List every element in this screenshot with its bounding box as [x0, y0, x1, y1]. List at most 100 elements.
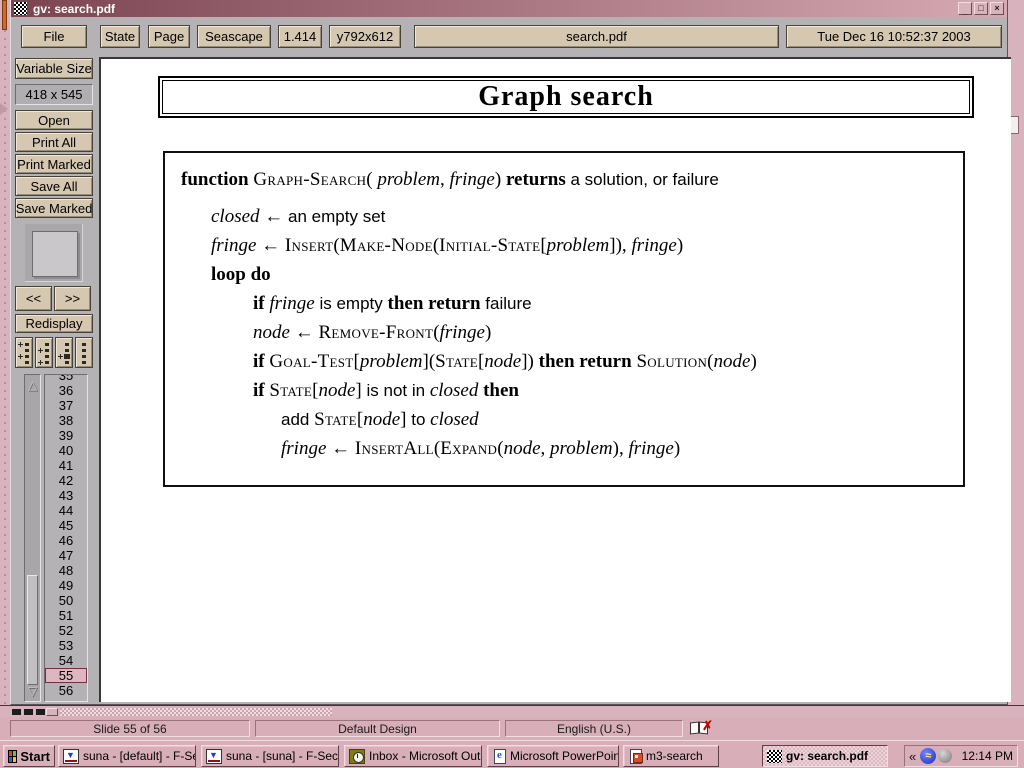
filename-label: search.pdf	[414, 25, 779, 48]
powerpoint-statusbar: Slide 55 of 56 Default Design English (U…	[0, 717, 1024, 740]
ppt-view-button-icon[interactable]	[24, 709, 33, 715]
page-list-item[interactable]: 37	[45, 398, 87, 413]
task-button-outlook-inbox[interactable]: Inbox - Microsoft Outl...	[344, 745, 482, 767]
code-line: if State[node] is not in closed then	[165, 376, 963, 405]
minimize-button[interactable]: _	[958, 2, 972, 15]
mark-current-page-button[interactable]	[55, 337, 73, 368]
state-menu-button[interactable]: State	[100, 25, 140, 48]
titlebar[interactable]: gv: search.pdf _ □ ×	[11, 0, 1007, 17]
task-button-powerpoint[interactable]: Microsoft PowerPoint...	[487, 745, 619, 767]
book-left-page	[690, 722, 699, 735]
task-label: m3-search	[646, 749, 703, 763]
gv-app-icon	[14, 2, 27, 15]
variable-size-button[interactable]: Variable Size	[15, 58, 93, 79]
tray-expand-chevron[interactable]: «	[909, 749, 916, 764]
document-e-icon	[494, 749, 506, 764]
language-field: English (U.S.)	[505, 720, 683, 737]
media-size-button[interactable]: y792x612	[329, 25, 401, 48]
page-list-item[interactable]: 53	[45, 638, 87, 653]
spellcheck-x-mark: ✗	[702, 718, 713, 734]
save-all-button[interactable]: Save All	[15, 176, 93, 196]
page-list-item[interactable]: 44	[45, 503, 87, 518]
page-list-item[interactable]: 48	[45, 563, 87, 578]
page-list-scrollbar[interactable]: △ ▽	[24, 374, 41, 702]
page-list-item[interactable]: 39	[45, 428, 87, 443]
volume-tray-icon[interactable]	[938, 749, 952, 763]
task-label: suna - [suna] - F-Sec...	[226, 749, 339, 763]
code-line: function Graph-Search( problem, fringe) …	[165, 165, 963, 194]
page-size-label: 418 x 545	[15, 84, 93, 105]
page-list-item[interactable]: 35	[45, 374, 87, 383]
page-list-item[interactable]: 51	[45, 608, 87, 623]
page-list-item[interactable]: 54	[45, 653, 87, 668]
page-list-item[interactable]: 50	[45, 593, 87, 608]
mark-pattern-icon	[18, 341, 30, 365]
file-menu-button[interactable]: File	[21, 25, 87, 48]
page-locator-thumbnail[interactable]	[25, 224, 83, 282]
redisplay-button[interactable]: Redisplay	[15, 314, 93, 333]
task-button-fsecure-default[interactable]: suna - [default] - F-Se...	[58, 745, 196, 767]
taskbar: Start suna - [default] - F-Se... suna - …	[0, 740, 1024, 768]
open-button[interactable]: Open	[15, 110, 93, 130]
slide-title-inner-border: Graph search	[162, 80, 970, 114]
page-list-item[interactable]: 49	[45, 578, 87, 593]
page-list-item-current[interactable]: 55	[45, 668, 87, 683]
toggle-marks-button-2[interactable]	[35, 337, 53, 368]
page-list-item[interactable]: 52	[45, 623, 87, 638]
scrollbar-thumb[interactable]	[27, 575, 38, 685]
close-button[interactable]: ×	[990, 2, 1004, 15]
code-line: if fringe is empty then return failure	[165, 289, 963, 318]
page-list-item[interactable]: 36	[45, 383, 87, 398]
design-name-field: Default Design	[255, 720, 500, 737]
ppt-horizontal-scrollbar[interactable]	[60, 708, 332, 716]
ppt-view-button-icon[interactable]	[12, 709, 21, 715]
code-line: node ← Remove-Front(fringe)	[165, 318, 963, 347]
page-list-item[interactable]: 42	[45, 473, 87, 488]
next-page-button[interactable]: >>	[54, 286, 91, 311]
page-list-item[interactable]: 47	[45, 548, 87, 563]
gv-app-icon	[767, 750, 782, 763]
page-list-item[interactable]: 38	[45, 413, 87, 428]
code-line: fringe ← Insert(Make-Node(Initial-State[…	[165, 231, 963, 260]
task-button-m3-search[interactable]: m3-search	[623, 745, 719, 767]
scroll-down-icon[interactable]: ▽	[26, 685, 39, 697]
maximize-button[interactable]: □	[974, 2, 988, 15]
page-menu-button[interactable]: Page	[148, 25, 190, 48]
f-secure-tray-icon[interactable]: ≈	[920, 748, 936, 764]
save-marked-button[interactable]: Save Marked	[15, 198, 93, 218]
task-label: Microsoft PowerPoint...	[510, 749, 619, 763]
task-button-gv-active[interactable]: gv: search.pdf	[762, 745, 888, 767]
gv-window: gv: search.pdf _ □ × File State Page Sea…	[10, 0, 1008, 705]
print-all-button[interactable]: Print All	[15, 132, 93, 152]
spellcheck-status-icon[interactable]: ✗	[690, 721, 712, 736]
page-list-item[interactable]: 40	[45, 443, 87, 458]
page-list-item[interactable]: 56	[45, 683, 87, 698]
page-list-item[interactable]: 43	[45, 488, 87, 503]
slide-counter-field: Slide 55 of 56	[10, 720, 250, 737]
magnification-button[interactable]: 1.414	[278, 25, 322, 48]
task-button-fsecure-suna[interactable]: suna - [suna] - F-Sec...	[201, 745, 339, 767]
page-list-item[interactable]: 45	[45, 518, 87, 533]
orientation-button[interactable]: Seascape	[197, 25, 271, 48]
powerpoint-scrollbar-sliver	[0, 705, 1024, 717]
slide-title: Graph search	[478, 81, 654, 113]
start-label: Start	[20, 749, 50, 764]
system-tray: « ≈ 12:14 PM	[904, 745, 1018, 767]
page-list-item[interactable]: 46	[45, 533, 87, 548]
desktop: gv: search.pdf _ □ × File State Page Sea…	[0, 0, 1024, 768]
mark-pattern-icon	[38, 341, 50, 365]
code-line: add State[node] to closed	[165, 405, 963, 434]
ppt-view-button-icon[interactable]	[36, 709, 45, 715]
start-button[interactable]: Start	[3, 745, 55, 767]
ppt-scrollbar-button[interactable]	[46, 708, 58, 716]
page-list-item[interactable]: 41	[45, 458, 87, 473]
scroll-up-icon[interactable]: △	[26, 379, 39, 391]
f-secure-icon	[63, 749, 79, 764]
page-number-list[interactable]: 35 36 37 38 39 40 41 42 43 44 45 46 47 4…	[44, 374, 88, 702]
powerpoint-doc-icon	[630, 749, 642, 764]
f-secure-icon	[206, 749, 222, 764]
toggle-marks-button-1[interactable]	[15, 337, 33, 368]
unmark-all-button[interactable]	[75, 337, 93, 368]
print-marked-button[interactable]: Print Marked	[15, 154, 93, 174]
prev-page-button[interactable]: <<	[15, 286, 52, 311]
